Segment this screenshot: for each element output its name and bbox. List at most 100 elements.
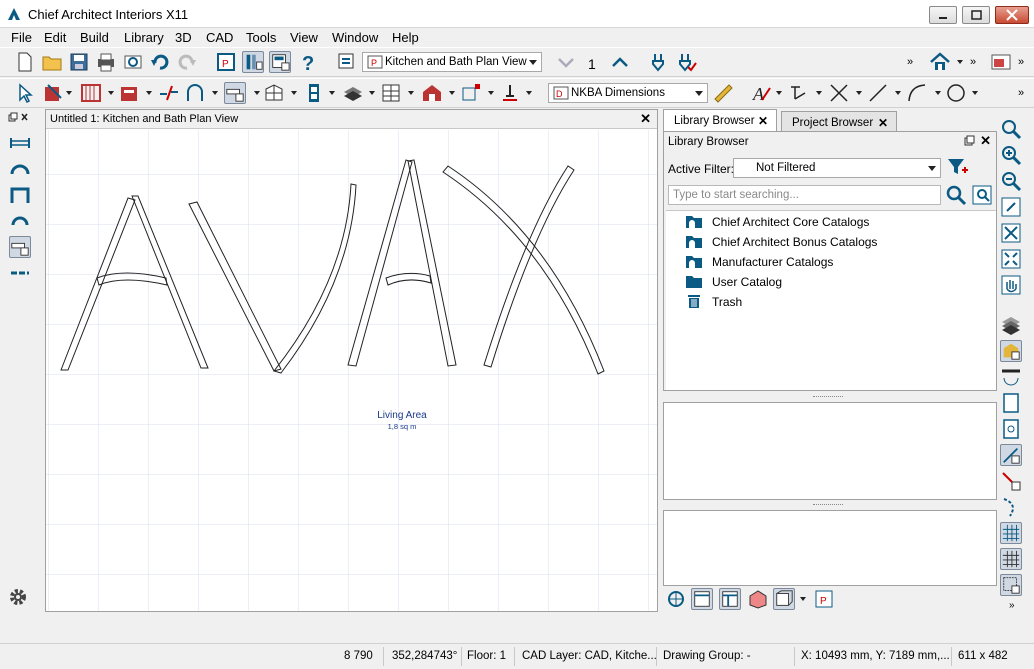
- caret-icon[interactable]: [895, 91, 901, 95]
- print-preview-icon[interactable]: [122, 51, 144, 73]
- caret-icon[interactable]: [146, 91, 152, 95]
- minimize-button[interactable]: [929, 6, 957, 24]
- caret-icon[interactable]: [972, 91, 978, 95]
- caret-icon[interactable]: [776, 91, 782, 95]
- curve-snap-icon[interactable]: [1000, 496, 1022, 518]
- tab-close-icon[interactable]: ✕: [758, 114, 768, 128]
- panel-close-icon[interactable]: ✕: [980, 133, 991, 149]
- active-filter-dropdown[interactable]: Not Filtered: [733, 158, 941, 178]
- dimension-select-dropdown[interactable]: D NKBA Dimensions: [548, 83, 708, 103]
- maximize-button[interactable]: [962, 6, 990, 24]
- arc-tool-icon[interactable]: [184, 82, 206, 104]
- menu-edit[interactable]: Edit: [44, 30, 66, 45]
- library-search-input[interactable]: Type to start searching...: [668, 185, 941, 205]
- curved-wall-icon[interactable]: [9, 158, 31, 180]
- search-options-icon[interactable]: [971, 184, 993, 206]
- room-wall-icon[interactable]: [9, 184, 31, 206]
- caret-icon[interactable]: [526, 91, 532, 95]
- tools-check-icon[interactable]: [675, 51, 697, 73]
- tab-library-browser[interactable]: Library Browser ✕: [663, 109, 777, 131]
- callout-icon[interactable]: [788, 82, 810, 104]
- caret-icon[interactable]: [66, 91, 72, 95]
- floor-down-icon[interactable]: [555, 51, 577, 73]
- circle-tool-icon[interactable]: [945, 82, 967, 104]
- library-browser-icon[interactable]: [242, 51, 264, 73]
- wall-tools-icon[interactable]: [80, 82, 102, 104]
- break-line-icon[interactable]: [158, 82, 180, 104]
- panel-splitter[interactable]: [663, 500, 997, 510]
- menu-file[interactable]: File: [11, 30, 32, 45]
- cabinet-tools-icon[interactable]: [118, 82, 140, 104]
- page-search-icon[interactable]: [1000, 418, 1022, 440]
- view-select-icon[interactable]: [336, 51, 358, 73]
- redo-icon[interactable]: [176, 51, 198, 73]
- caret-icon[interactable]: [449, 91, 455, 95]
- library-globe-icon[interactable]: [665, 588, 687, 610]
- zoom-icon[interactable]: [1000, 118, 1022, 140]
- line-style-icon[interactable]: [1000, 366, 1022, 388]
- caret-icon[interactable]: [800, 597, 806, 601]
- panel-splitter[interactable]: [663, 392, 997, 402]
- view-select-dropdown[interactable]: P Kitchen and Bath Plan View: [362, 52, 542, 72]
- layer-display-icon[interactable]: [1000, 340, 1022, 362]
- fill-window-icon[interactable]: [1000, 222, 1022, 244]
- drawing-canvas[interactable]: Living Area 1,8 sq m: [46, 130, 657, 611]
- tab-project-browser[interactable]: Project Browser ✕: [781, 111, 897, 131]
- arc-wall-icon[interactable]: [9, 210, 31, 232]
- caret-icon[interactable]: [935, 91, 941, 95]
- caret-icon[interactable]: [369, 91, 375, 95]
- reference-grid-icon[interactable]: [1000, 548, 1022, 570]
- menu-3d[interactable]: 3D: [175, 30, 192, 45]
- toolbar-overflow-4-icon[interactable]: »: [1018, 87, 1024, 99]
- toolbar-expand-icon[interactable]: »: [1009, 600, 1015, 611]
- panel-float-icon[interactable]: [964, 135, 976, 147]
- print-icon[interactable]: [95, 51, 117, 73]
- home-caret-icon[interactable]: [957, 60, 963, 64]
- menu-view[interactable]: View: [290, 30, 318, 45]
- library-3d-icon[interactable]: [747, 588, 769, 610]
- floor-up-icon[interactable]: [609, 51, 631, 73]
- caret-icon[interactable]: [254, 91, 260, 95]
- railing-icon[interactable]: [9, 262, 31, 284]
- select-objects-icon[interactable]: [14, 82, 36, 104]
- caret-icon[interactable]: [408, 91, 414, 95]
- close-button[interactable]: [995, 6, 1029, 24]
- undo-icon[interactable]: [149, 51, 171, 73]
- caret-icon[interactable]: [816, 91, 822, 95]
- library-view-2-icon[interactable]: [719, 588, 741, 610]
- menu-cad[interactable]: CAD: [206, 30, 233, 45]
- toolbar-overflow-3-icon[interactable]: »: [1018, 56, 1024, 68]
- door-tool-icon[interactable]: [303, 82, 325, 104]
- object-snap-icon[interactable]: [1000, 470, 1022, 492]
- arc-line-icon[interactable]: [906, 82, 928, 104]
- text-tool-icon[interactable]: [499, 82, 521, 104]
- library-plan-icon[interactable]: P: [813, 588, 835, 610]
- plan-edit-icon[interactable]: [42, 82, 64, 104]
- shelf-tool-icon[interactable]: [380, 82, 402, 104]
- straight-wall-icon[interactable]: [9, 132, 31, 154]
- caret-icon[interactable]: [291, 91, 297, 95]
- caret-icon[interactable]: [212, 91, 218, 95]
- panel-restore-icon[interactable]: [6, 111, 30, 125]
- search-icon[interactable]: [945, 184, 967, 206]
- help-icon[interactable]: ?: [297, 51, 319, 73]
- window-tool-icon[interactable]: [263, 82, 285, 104]
- zoom-in-icon[interactable]: [1000, 144, 1022, 166]
- tools-wrench-icon[interactable]: [648, 51, 670, 73]
- new-file-icon[interactable]: [14, 51, 36, 73]
- library-view-3-icon[interactable]: [773, 588, 795, 610]
- line-tool-icon[interactable]: [867, 82, 889, 104]
- cad-x-icon[interactable]: [828, 82, 850, 104]
- toolbar-overflow-icon[interactable]: »: [907, 56, 913, 68]
- room-divider-icon[interactable]: [224, 82, 246, 104]
- menu-library[interactable]: Library: [124, 30, 164, 45]
- tab-close-icon[interactable]: ✕: [878, 116, 888, 130]
- plan-view-icon[interactable]: P: [215, 51, 237, 73]
- window-layout-icon[interactable]: [990, 51, 1012, 73]
- home-icon[interactable]: [929, 51, 951, 73]
- menu-tools[interactable]: Tools: [246, 30, 276, 45]
- room-divider-tool-icon[interactable]: [9, 236, 31, 258]
- menu-help[interactable]: Help: [392, 30, 419, 45]
- fill-building-icon[interactable]: [1000, 248, 1022, 270]
- view-close-icon[interactable]: ✕: [640, 111, 651, 127]
